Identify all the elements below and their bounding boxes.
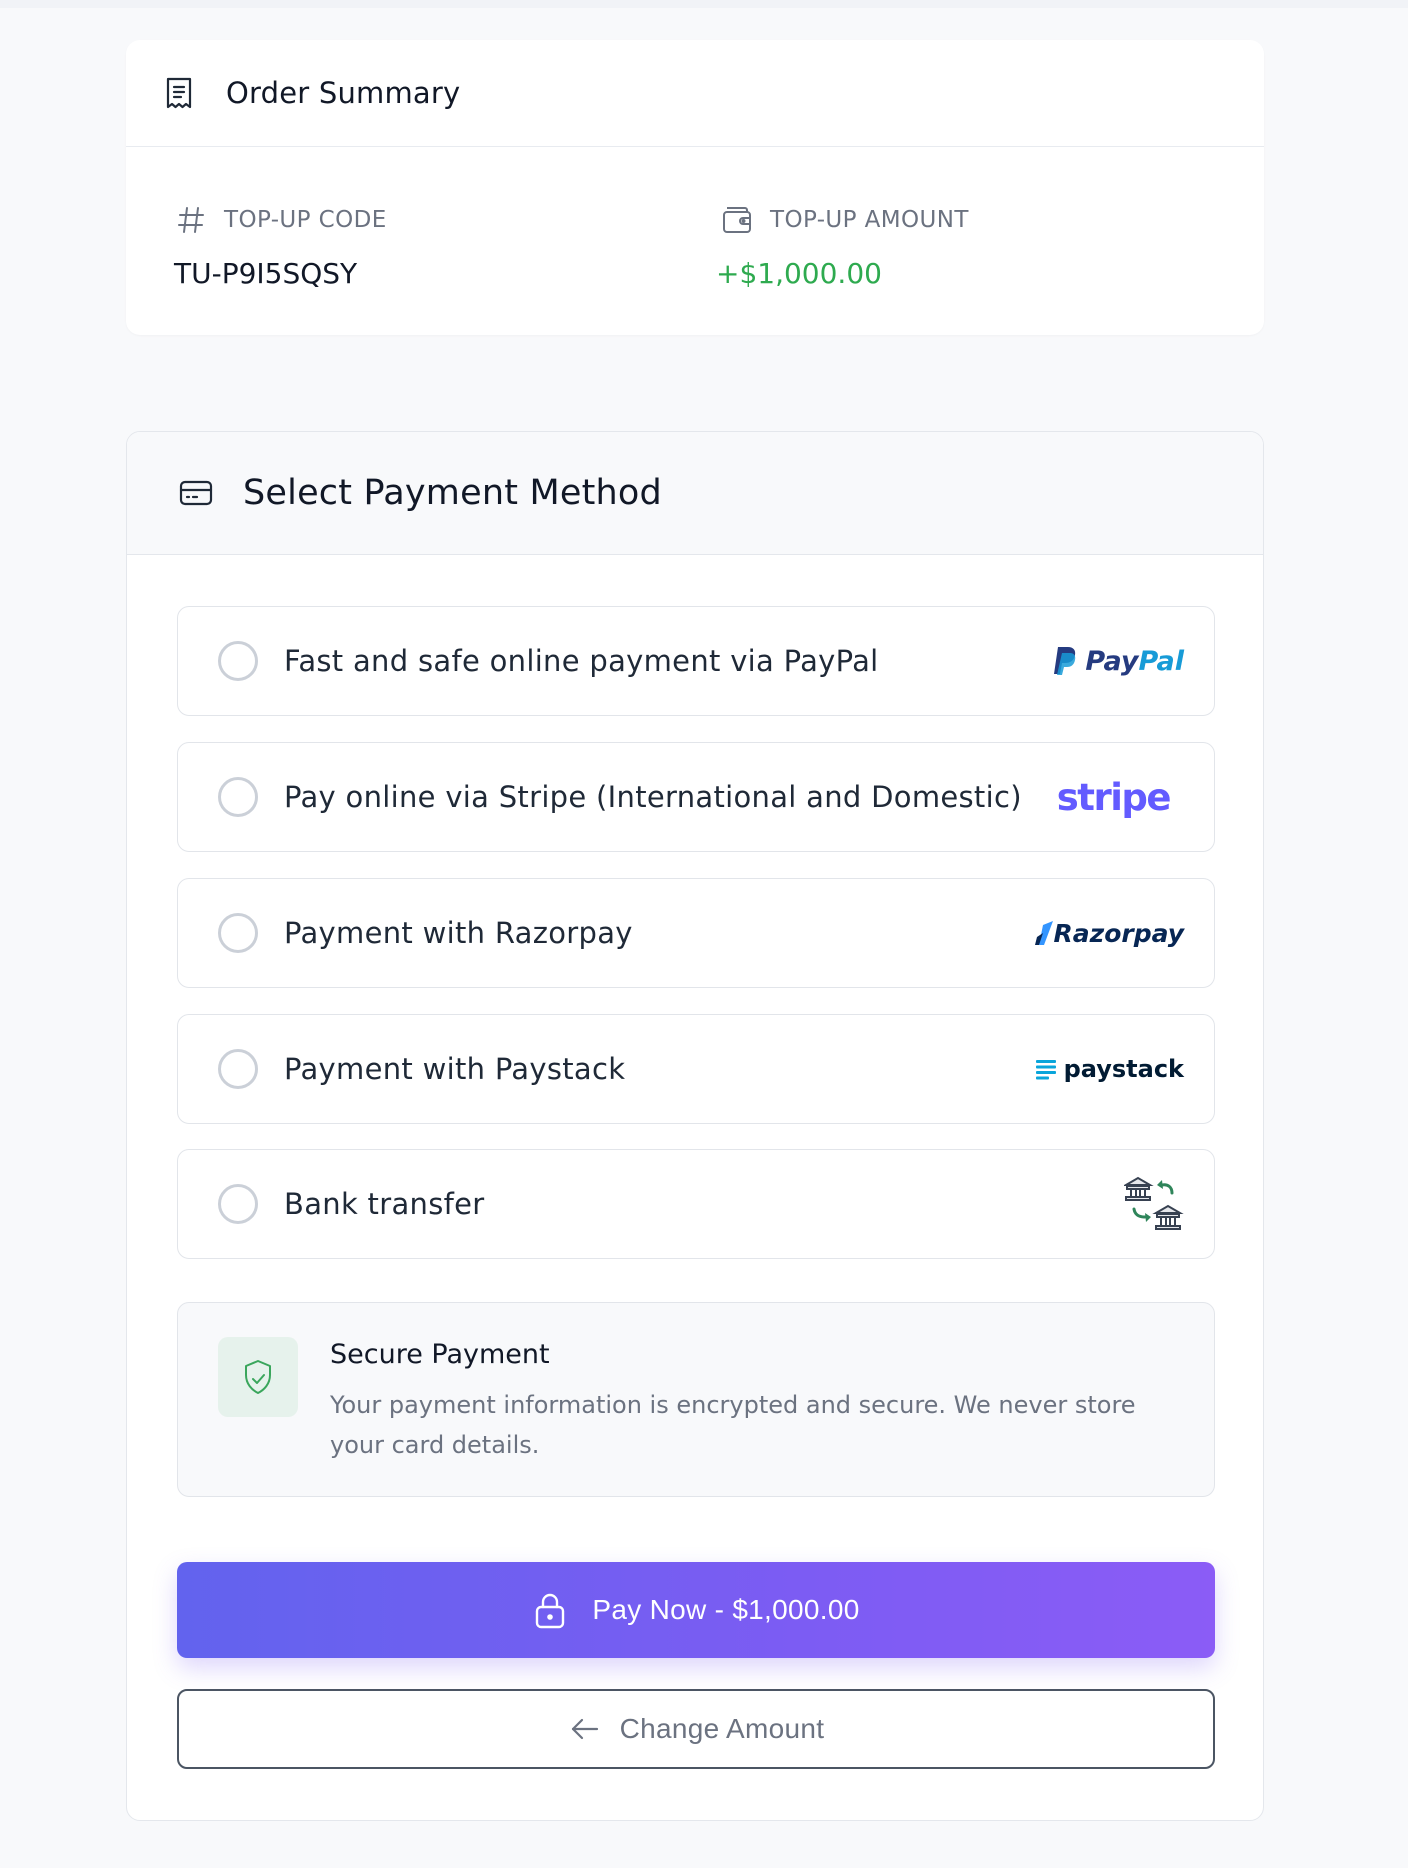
topup-amount-field: TOP-UP AMOUNT +$1,000.00 xyxy=(716,203,969,290)
change-amount-label: Change Amount xyxy=(619,1713,825,1744)
receipt-icon xyxy=(162,76,196,110)
razorpay-logo: Razorpay xyxy=(1034,879,1184,987)
payment-option-label: Bank transfer xyxy=(284,1187,485,1221)
payment-option-bank-transfer[interactable]: Bank transfer xyxy=(177,1149,1215,1259)
hash-icon xyxy=(174,203,208,237)
order-summary-title: Order Summary xyxy=(226,76,461,110)
payment-method-card: Select Payment Method Fast and safe onli… xyxy=(126,431,1264,1821)
radio-stripe[interactable] xyxy=(218,777,258,817)
paystack-mark-icon xyxy=(1035,1060,1056,1080)
wallet-icon xyxy=(720,203,754,237)
payment-option-label: Payment with Razorpay xyxy=(284,916,633,950)
order-summary-header: Order Summary xyxy=(126,40,1264,147)
payment-option-label: Payment with Paystack xyxy=(284,1052,626,1086)
secure-payment-title: Secure Payment xyxy=(330,1339,550,1370)
order-summary-body: TOP-UP CODE TU-P9I5SQSY TOP-UP AMOUNT +$… xyxy=(126,147,1264,335)
razorpay-mark-icon xyxy=(1034,921,1053,945)
top-strip xyxy=(0,0,1408,8)
order-summary-card: Order Summary TOP-UP CODE TU-P9I5SQSY TO… xyxy=(126,40,1264,335)
lock-icon xyxy=(532,1590,568,1630)
payment-option-paypal[interactable]: Fast and safe online payment via PayPal … xyxy=(177,606,1215,716)
change-amount-button[interactable]: Change Amount xyxy=(177,1689,1215,1769)
radio-razorpay[interactable] xyxy=(218,913,258,953)
payment-option-label: Fast and safe online payment via PayPal xyxy=(284,644,879,678)
topup-amount-value: +$1,000.00 xyxy=(716,257,882,290)
secure-payment-text: Your payment information is encrypted an… xyxy=(330,1391,1136,1459)
payment-method-title: Select Payment Method xyxy=(243,473,662,513)
paystack-logo: paystack xyxy=(1035,1015,1184,1123)
payment-method-header: Select Payment Method xyxy=(127,432,1263,555)
topup-code-value: TU-P9I5SQSY xyxy=(174,257,358,290)
bank-transfer-icon xyxy=(1124,1150,1184,1258)
topup-amount-label: TOP-UP AMOUNT xyxy=(770,207,969,233)
secure-payment-notice: Secure Payment Your payment information … xyxy=(177,1302,1215,1497)
shield-check-icon xyxy=(218,1337,298,1417)
pay-now-label: Pay Now - $1,000.00 xyxy=(592,1594,860,1625)
topup-code-field: TOP-UP CODE TU-P9I5SQSY xyxy=(174,203,387,290)
payment-option-razorpay[interactable]: Payment with Razorpay Razorpay xyxy=(177,878,1215,988)
radio-paypal[interactable] xyxy=(218,641,258,681)
topup-code-label: TOP-UP CODE xyxy=(224,207,387,233)
pay-now-button[interactable]: Pay Now - $1,000.00 xyxy=(177,1562,1215,1658)
stripe-logo: stripe xyxy=(1056,775,1172,819)
payment-option-label: Pay online via Stripe (International and… xyxy=(284,780,1022,814)
radio-bank-transfer[interactable] xyxy=(218,1184,258,1224)
arrow-left-icon xyxy=(568,1712,602,1746)
paypal-mark-icon xyxy=(1054,647,1076,675)
paypal-logo: Pay Pal xyxy=(1051,607,1184,715)
credit-card-icon xyxy=(179,476,213,510)
payment-option-stripe[interactable]: Pay online via Stripe (International and… xyxy=(177,742,1215,852)
payment-option-paystack[interactable]: Payment with Paystack paystack xyxy=(177,1014,1215,1124)
radio-paystack[interactable] xyxy=(218,1049,258,1089)
